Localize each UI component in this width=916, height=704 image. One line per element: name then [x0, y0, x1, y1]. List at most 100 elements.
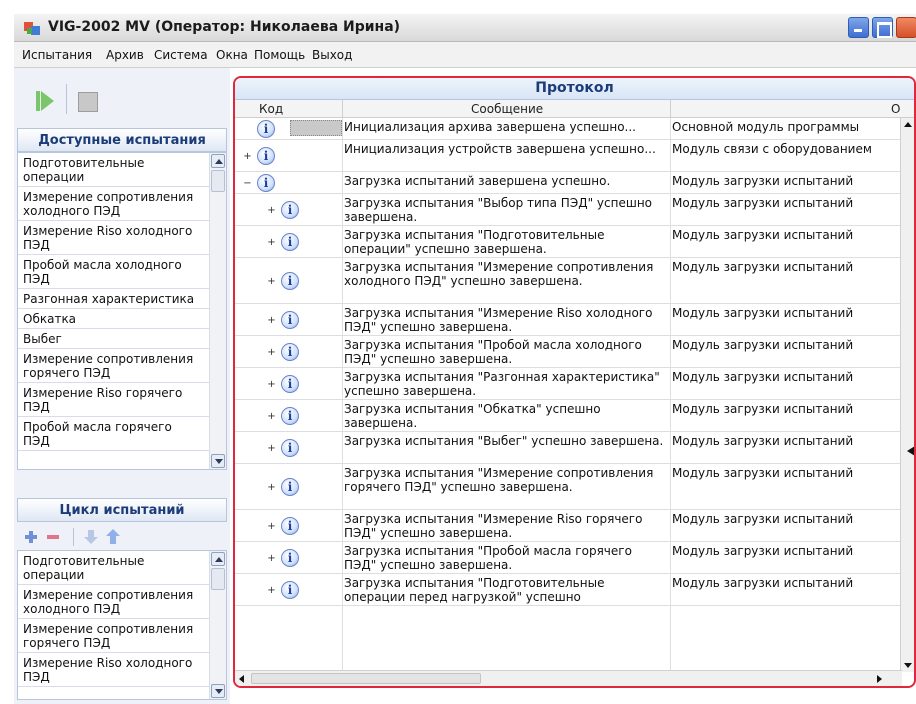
list-item[interactable]: Измерение сопротивления холодного ПЭД: [18, 187, 226, 221]
table-row[interactable]: i Инициализация архива завершена успешно.…: [235, 118, 902, 140]
scroll-up-icon[interactable]: [211, 154, 225, 168]
table-row[interactable]: + i Загрузка испытания "Измерение сопротив…: [235, 258, 902, 304]
list-item[interactable]: Выбег: [18, 329, 226, 349]
info-icon: i: [281, 343, 299, 361]
expand-icon[interactable]: +: [267, 586, 276, 596]
info-icon: i: [281, 478, 299, 496]
table-row[interactable]: + i Загрузка испытания "Выбор типа ПЭД" ус…: [235, 194, 902, 226]
scroll-left-icon[interactable]: [239, 675, 244, 683]
list-item[interactable]: Измерение сопротивления холодного ПЭД: [18, 585, 226, 619]
expand-icon[interactable]: +: [267, 277, 276, 287]
message-cell: Инициализация архива завершена успешно..…: [344, 120, 636, 134]
menu-exit[interactable]: Выход: [312, 48, 352, 62]
scroll-up-icon[interactable]: [211, 552, 225, 566]
menu-help[interactable]: Помощь: [254, 48, 305, 62]
message-cell: Загрузка испытания "Измерение Riso холод…: [344, 306, 653, 334]
table-row[interactable]: + i Загрузка испытания "Обкатка" успешно з…: [235, 400, 902, 432]
list-item[interactable]: Пробой масла горячего ПЭД: [18, 417, 226, 451]
scroll-down-icon[interactable]: [211, 454, 225, 468]
move-down-icon[interactable]: [83, 529, 99, 545]
column-message[interactable]: Сообщение: [471, 102, 543, 116]
table-row[interactable]: + i Загрузка испытания "Измерение сопротив…: [235, 464, 902, 510]
scroll-thumb[interactable]: [251, 673, 481, 684]
expand-icon[interactable]: +: [267, 238, 276, 248]
close-icon[interactable]: [896, 17, 916, 38]
expand-icon[interactable]: +: [243, 152, 252, 162]
test-cycle-scrollbar[interactable]: [209, 551, 226, 699]
maximize-icon[interactable]: [872, 17, 893, 38]
window-title: VIG-2002 MV (Оператор: Николаева Ирина): [48, 19, 401, 35]
info-icon: i: [281, 517, 299, 535]
table-row[interactable]: + i Загрузка испытания "Пробой масла горяч…: [235, 542, 902, 574]
table-row[interactable]: + i Загрузка испытания "Подготовительные о…: [235, 226, 902, 258]
source-cell: Модуль связи с оборудованием: [672, 142, 872, 156]
list-item[interactable]: Подготовительные операции: [18, 551, 226, 585]
list-item[interactable]: Обкатка: [18, 309, 226, 329]
info-icon: i: [257, 147, 275, 165]
info-icon: i: [281, 407, 299, 425]
list-item[interactable]: Измерение сопротивления горячего ПЭД: [18, 349, 226, 383]
scroll-down-icon[interactable]: [211, 684, 225, 698]
minimize-icon[interactable]: [848, 17, 869, 38]
list-item[interactable]: Измерение Riso горячего ПЭД: [18, 383, 226, 417]
list-item[interactable]: Подготовительные операции: [18, 153, 226, 187]
expand-icon[interactable]: +: [267, 348, 276, 358]
message-cell: Загрузка испытания "Пробой масла горячег…: [344, 544, 632, 572]
protocol-horizontal-scrollbar[interactable]: [235, 670, 902, 686]
expand-icon[interactable]: +: [267, 554, 276, 564]
expand-icon[interactable]: +: [267, 412, 276, 422]
list-item[interactable]: Измерение сопротивления горячего ПЭД: [18, 619, 226, 653]
expand-icon[interactable]: +: [267, 380, 276, 390]
table-row[interactable]: + i Инициализация устройств завершена успе…: [235, 140, 902, 172]
table-row[interactable]: + i Загрузка испытания "Выбег" успешно зав…: [235, 432, 902, 464]
list-item[interactable]: Разгонная характеристика: [18, 289, 226, 309]
expand-icon[interactable]: +: [267, 483, 276, 493]
list-item[interactable]: Измерение Riso холодного ПЭД: [18, 653, 226, 687]
table-row[interactable]: + i Загрузка испытания "Подготовительные о…: [235, 574, 902, 606]
table-row[interactable]: + i Загрузка испытания "Разгонная характер…: [235, 368, 902, 400]
menu-system[interactable]: Система: [154, 48, 208, 62]
list-item[interactable]: Пробой масла холодного ПЭД: [18, 255, 226, 289]
message-cell: Загрузка испытания "Пробой масла холодно…: [344, 338, 642, 366]
collapse-icon[interactable]: −: [243, 179, 252, 189]
menu-windows[interactable]: Окна: [216, 48, 248, 62]
cycle-toolbar-divider: [73, 528, 74, 546]
remove-icon[interactable]: [45, 529, 61, 545]
menu-archive[interactable]: Архив: [106, 48, 144, 62]
info-icon: i: [257, 174, 275, 192]
column-code[interactable]: Код: [259, 102, 283, 116]
add-icon[interactable]: [23, 529, 39, 545]
scroll-thumb[interactable]: [211, 170, 225, 192]
column-divider[interactable]: [670, 100, 671, 118]
stop-icon[interactable]: [78, 92, 98, 112]
table-row[interactable]: − i Загрузка испытаний завершена успешно. М…: [235, 172, 902, 194]
scroll-thumb[interactable]: [211, 568, 225, 590]
move-up-icon[interactable]: [105, 529, 121, 545]
column-divider[interactable]: [342, 100, 343, 118]
table-row[interactable]: + i Загрузка испытания "Измерение Riso хол…: [235, 304, 902, 336]
info-icon: i: [281, 233, 299, 251]
message-cell: Загрузка испытания "Разгонная характерис…: [344, 370, 660, 398]
menu-tests[interactable]: Испытания: [22, 48, 92, 62]
table-row[interactable]: + i Загрузка испытания "Пробой масла холод…: [235, 336, 902, 368]
column-source[interactable]: О: [891, 102, 900, 116]
play-icon[interactable]: [36, 91, 54, 111]
protocol-vertical-scrollbar[interactable]: [900, 118, 914, 672]
expand-icon[interactable]: +: [267, 206, 276, 216]
selected-cell[interactable]: [290, 120, 342, 136]
table-row[interactable]: + i Загрузка испытания "Измерение Riso гор…: [235, 510, 902, 542]
scroll-right-icon[interactable]: [877, 675, 882, 683]
source-cell: Модуль загрузки испытаний: [672, 228, 854, 242]
list-item[interactable]: Измерение Riso холодного ПЭД: [18, 221, 226, 255]
available-tests-list: Подготовительные операции Измерение сопро…: [17, 152, 227, 470]
info-icon: i: [281, 311, 299, 329]
expand-icon[interactable]: +: [267, 316, 276, 326]
scroll-up-icon[interactable]: [904, 122, 912, 127]
title-bar: VIG-2002 MV (Оператор: Николаева Ирина): [14, 14, 916, 42]
scroll-position-marker: [907, 446, 914, 456]
available-tests-scrollbar[interactable]: [209, 153, 226, 469]
info-icon: i: [281, 375, 299, 393]
scroll-down-icon[interactable]: [904, 663, 912, 668]
expand-icon[interactable]: +: [267, 522, 276, 532]
expand-icon[interactable]: +: [267, 444, 276, 454]
